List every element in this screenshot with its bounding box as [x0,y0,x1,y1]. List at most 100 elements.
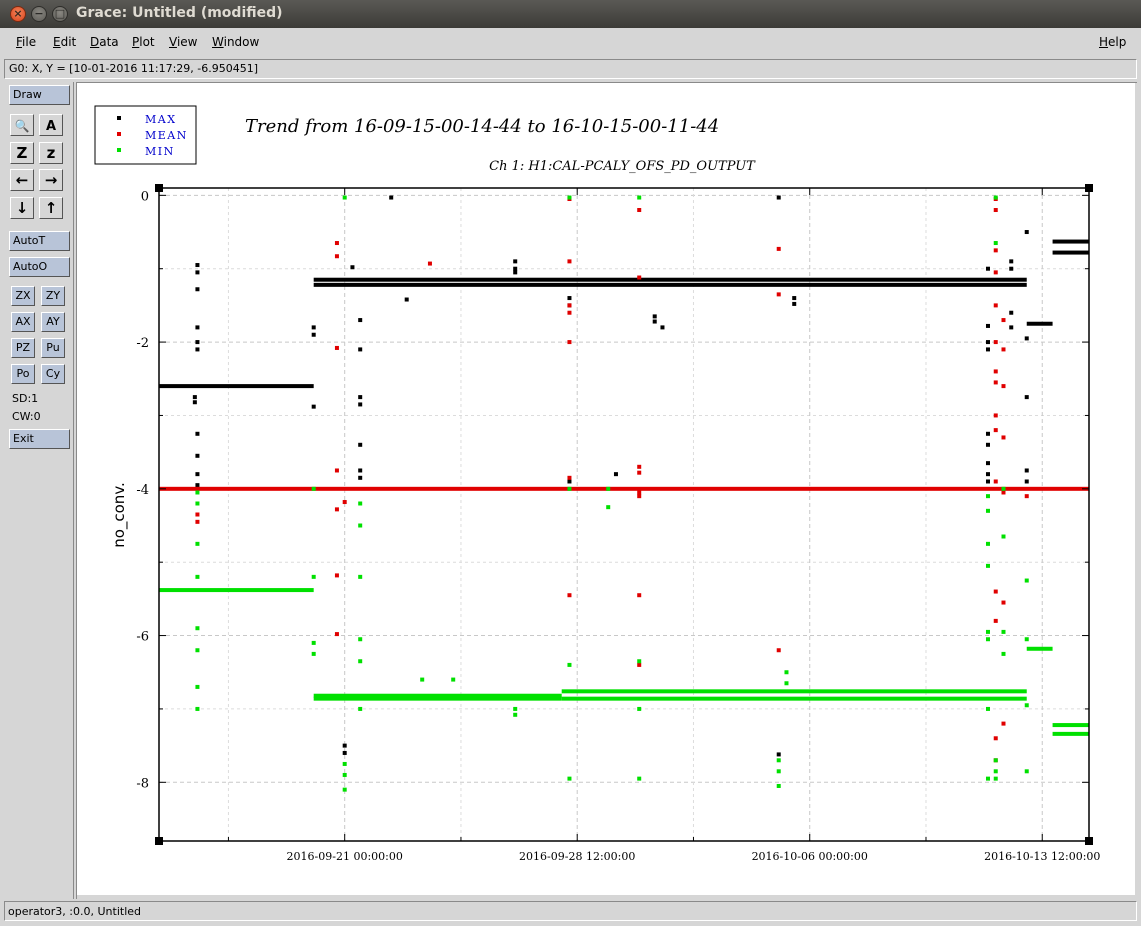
data-point-min [985,776,990,781]
series-layer [159,195,1089,792]
data-point-max [1024,336,1029,341]
data-point-min [513,712,518,717]
minimize-window-button[interactable]: − [31,6,47,22]
trend-chart[interactable]: MAX MEAN MIN Trend from 16-09-15-00-14-4… [77,83,1135,895]
left-toolbar: Draw 🔍 A Z z ← → ↓ ↑ AutoT AutoO ZX ZY A… [4,82,74,899]
level-segment-max [313,282,1027,287]
data-point-max [358,347,363,352]
data-point-mean [637,593,642,598]
data-point-mean [993,736,998,741]
data-point-mean [334,573,339,578]
data-point-max [358,468,363,473]
close-icon: × [13,7,23,20]
data-point-mean [334,254,339,259]
data-point-min [784,670,789,675]
data-point-min [195,490,200,495]
y-tick-label: -4 [136,483,149,498]
close-window-button[interactable]: × [10,6,26,22]
data-point-max [192,400,197,405]
data-point-min [985,541,990,546]
pu-button[interactable]: Pu [41,338,65,358]
zx-button[interactable]: ZX [11,286,35,306]
data-point-mean [1001,721,1006,726]
ay-button[interactable]: AY [41,312,65,332]
pz-button[interactable]: PZ [11,338,35,358]
level-segment-min [1052,723,1089,728]
menu-edit[interactable]: Edit [53,35,76,49]
x-tick-label: 2016-10-06 00:00:00 [752,850,868,863]
data-point-max [195,270,200,275]
menu-bar: File Edit Data Plot View Window Help [0,28,1141,58]
zoom-out-button[interactable]: z [39,142,63,164]
scroll-left-button[interactable]: ← [10,169,34,191]
data-point-max [792,301,797,306]
data-point-max [311,332,316,337]
menu-window[interactable]: Window [212,35,259,49]
scroll-down-icon: ↓ [15,199,29,217]
data-point-max [985,323,990,328]
scroll-down-button[interactable]: ↓ [10,197,34,219]
zoom-button[interactable]: 🔍 [10,114,34,136]
exit-button[interactable]: Exit [9,429,70,449]
level-segment-min [561,689,1027,694]
menu-plot[interactable]: Plot [132,35,155,49]
data-point-max [389,195,394,200]
data-point-min [311,486,316,491]
data-point-min [1001,486,1006,491]
resize-handle[interactable] [1085,837,1093,845]
data-point-max [985,347,990,352]
data-point-min [776,758,781,763]
menu-help[interactable]: Help [1099,35,1126,49]
autoo-button[interactable]: AutoO [9,257,70,277]
data-point-mean [427,261,432,266]
data-point-min [985,563,990,568]
level-segment-min [313,696,562,701]
data-point-max [192,395,197,400]
status-text: operator3, :0.0, Untitled [8,905,142,918]
level-segment-min [1026,646,1053,651]
data-point-mean [776,648,781,653]
data-point-mean [567,310,572,315]
x-tick-label: 2016-09-21 00:00:00 [287,850,403,863]
menu-view[interactable]: View [169,35,197,49]
resize-handle[interactable] [155,184,163,192]
data-point-min [358,637,363,642]
data-point-min [637,659,642,664]
resize-handle[interactable] [1085,184,1093,192]
resize-handle[interactable] [155,837,163,845]
maximize-window-button[interactable]: □ [52,6,68,22]
data-point-min [567,662,572,667]
data-point-max [613,472,618,477]
autot-button[interactable]: AutoT [9,231,70,251]
scroll-up-button[interactable]: ↑ [39,197,63,219]
data-point-mean [334,345,339,350]
data-point-max [195,325,200,330]
cy-button[interactable]: Cy [41,364,65,384]
y-tick-label: -6 [136,630,149,645]
draw-button[interactable]: Draw [9,85,70,105]
scroll-right-button[interactable]: → [39,169,63,191]
menu-data[interactable]: Data [90,35,119,49]
data-point-min [420,677,425,682]
data-point-max [776,752,781,757]
legend-max-swatch [117,116,121,120]
zy-button[interactable]: ZY [41,286,65,306]
data-point-max [195,483,200,488]
data-point-mean [334,468,339,473]
menu-file[interactable]: File [16,35,36,49]
canvas-area[interactable]: MAX MEAN MIN Trend from 16-09-15-00-14-4… [76,82,1137,899]
axis-ticks: 0 -2 -4 -6 -8 2016-09-21 00:00:00 2016-09-28 1… [136,188,1100,863]
data-point-min [195,626,200,631]
x-tick-label: 2016-09-28 12:00:00 [519,850,635,863]
zoom-out-icon: z [46,144,56,162]
po-button[interactable]: Po [11,364,35,384]
data-point-mean [1024,494,1029,499]
data-point-mean [1001,600,1006,605]
plot-page[interactable]: MAX MEAN MIN Trend from 16-09-15-00-14-4… [77,83,1135,895]
autoscale-text-button[interactable]: A [39,114,63,136]
data-point-min [358,659,363,664]
ax-button[interactable]: AX [11,312,35,332]
data-point-max [195,453,200,458]
zoom-in-button[interactable]: Z [10,142,34,164]
data-point-max [195,472,200,477]
